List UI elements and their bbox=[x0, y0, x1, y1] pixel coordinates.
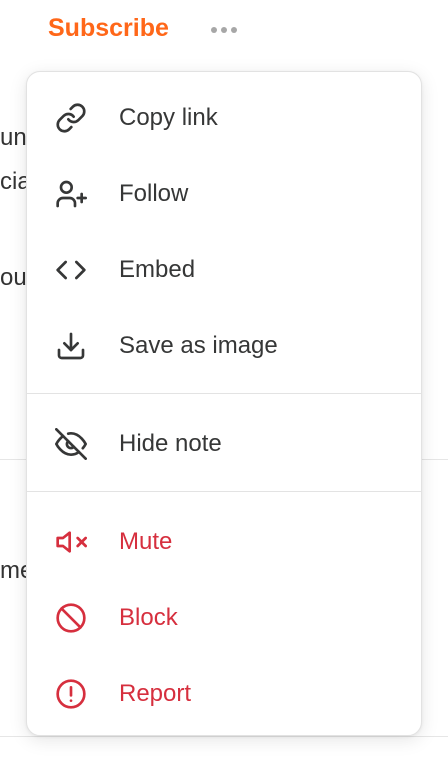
alert-icon bbox=[55, 678, 87, 710]
menu-divider bbox=[27, 393, 421, 394]
eye-off-icon bbox=[55, 428, 87, 460]
note-options-menu: Copy link Follow Embed Save as image Hid… bbox=[26, 71, 422, 736]
menu-item-embed[interactable]: Embed bbox=[27, 232, 421, 308]
subscribe-button[interactable]: Subscribe bbox=[48, 14, 169, 43]
menu-item-label: Save as image bbox=[119, 332, 278, 359]
menu-item-hide-note[interactable]: Hide note bbox=[27, 406, 421, 482]
menu-item-copy-link[interactable]: Copy link bbox=[27, 80, 421, 156]
menu-item-label: Mute bbox=[119, 528, 173, 555]
menu-item-follow[interactable]: Follow bbox=[27, 156, 421, 232]
menu-item-save-as-image[interactable]: Save as image bbox=[27, 308, 421, 384]
menu-item-mute[interactable]: Mute bbox=[27, 504, 421, 580]
download-icon bbox=[55, 330, 87, 362]
menu-item-label: Follow bbox=[119, 180, 189, 207]
ellipsis-icon[interactable] bbox=[208, 20, 240, 40]
menu-item-label: Block bbox=[119, 604, 178, 631]
background-text-fragment: un bbox=[0, 124, 27, 151]
menu-divider bbox=[27, 491, 421, 492]
code-icon bbox=[55, 254, 87, 286]
menu-item-block[interactable]: Block bbox=[27, 580, 421, 656]
menu-item-label: Embed bbox=[119, 256, 196, 283]
link-icon bbox=[55, 102, 87, 134]
user-plus-icon bbox=[55, 178, 87, 210]
menu-item-label: Copy link bbox=[119, 104, 218, 131]
background-text-fragment: ou bbox=[0, 264, 27, 291]
volume-mute-icon bbox=[55, 526, 87, 558]
block-icon bbox=[55, 602, 87, 634]
background-divider bbox=[0, 736, 448, 737]
menu-item-label: Report bbox=[119, 680, 192, 707]
menu-item-label: Hide note bbox=[119, 430, 222, 457]
menu-item-report[interactable]: Report bbox=[27, 656, 421, 732]
